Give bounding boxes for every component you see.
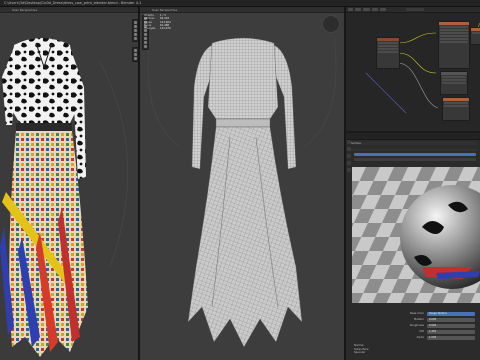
measure-tool-icon[interactable] <box>134 53 137 56</box>
viewport-header: User Perspective <box>0 7 138 13</box>
material-preview <box>352 167 480 303</box>
viewport-header-label: User Perspective <box>12 7 38 12</box>
transform-tool-icon[interactable] <box>144 37 147 40</box>
render-tab-icon[interactable] <box>347 147 351 151</box>
property-field[interactable]: 1.450 <box>427 330 475 334</box>
scale-tool-icon[interactable] <box>134 33 137 36</box>
node-header <box>377 38 399 41</box>
material-tab-icon[interactable] <box>347 168 351 172</box>
property-row[interactable]: Alpha 1.000 <box>354 336 478 340</box>
property-field[interactable]: 0.000 <box>427 318 475 322</box>
property-row[interactable]: Base Color Image Texture <box>354 312 478 316</box>
divider <box>349 149 477 151</box>
annotate-tool-icon[interactable] <box>144 41 147 44</box>
shader-node-editor[interactable] <box>346 7 480 131</box>
image-texture-node[interactable] <box>376 37 400 69</box>
viewport-textured[interactable]: User Perspective <box>0 7 138 360</box>
material-output-node[interactable] <box>470 27 480 45</box>
output-tab-icon[interactable] <box>347 154 351 158</box>
normal-map-node[interactable] <box>440 71 468 95</box>
dress-render-textured <box>0 38 129 357</box>
annotate-tool-icon[interactable] <box>134 49 137 52</box>
preview-scene <box>352 167 480 303</box>
property-row[interactable]: IOR 1.450 <box>354 330 478 334</box>
object-tab-icon[interactable] <box>347 161 351 165</box>
rotate-tool-icon[interactable] <box>134 29 137 32</box>
property-field[interactable]: Image Texture <box>427 312 475 316</box>
node-header <box>471 28 480 31</box>
surface-panel-header[interactable]: Surface <box>349 141 477 145</box>
dress-render-wireframe <box>147 36 337 348</box>
select-menu[interactable] <box>363 8 370 11</box>
material-slot[interactable] <box>354 158 476 161</box>
node-menu[interactable] <box>380 8 386 11</box>
material-slot-selected[interactable] <box>354 153 476 156</box>
transform-tool-icon[interactable] <box>134 37 137 40</box>
select-tool-icon[interactable] <box>134 21 137 24</box>
viewport-wireframe[interactable]: User Perspective <box>140 7 344 360</box>
collapsed-panels[interactable]: Normal Subsurface Specular <box>354 344 478 355</box>
viewport-header: User Perspective <box>140 7 344 13</box>
viewport-header-label: User Perspective <box>152 7 178 12</box>
add-cube-tool-icon[interactable] <box>134 57 137 60</box>
node-header <box>439 22 469 25</box>
node-header <box>443 98 469 101</box>
property-field[interactable]: 1.000 <box>427 336 475 340</box>
property-row[interactable]: Roughness 0.500 <box>354 324 478 328</box>
navigation-gizmo[interactable] <box>322 15 340 33</box>
stat-row: Triangles 122,976 <box>144 27 171 31</box>
view-menu[interactable] <box>355 8 361 11</box>
window-title-bar: C:\Users\3d\Desktop\Clo3d_Dress\dress_co… <box>0 0 480 7</box>
surface-panel-label: Surface <box>351 141 361 145</box>
material-selector[interactable] <box>406 8 424 11</box>
viewport-statistics: Objects 1 / 3 Vertices 62,418 Edges 123,904… <box>144 14 190 30</box>
property-field[interactable]: 0.500 <box>427 324 475 328</box>
window-title: C:\Users\3d\Desktop\Clo3d_Dress\dress_co… <box>4 0 142 5</box>
bump-node[interactable] <box>442 97 470 121</box>
scale-tool-icon[interactable] <box>144 33 147 36</box>
tool-tab-icon[interactable] <box>347 140 351 144</box>
property-row[interactable]: Metallic 0.000 <box>354 318 478 322</box>
add-menu[interactable] <box>372 8 378 11</box>
panel-specular[interactable]: Specular <box>354 351 478 355</box>
properties-header <box>346 133 480 140</box>
principled-bsdf-node[interactable] <box>438 21 470 69</box>
editor-type-icon[interactable] <box>348 8 353 11</box>
node-header <box>441 72 467 75</box>
measure-tool-icon[interactable] <box>144 45 147 48</box>
move-tool-icon[interactable] <box>134 25 137 28</box>
